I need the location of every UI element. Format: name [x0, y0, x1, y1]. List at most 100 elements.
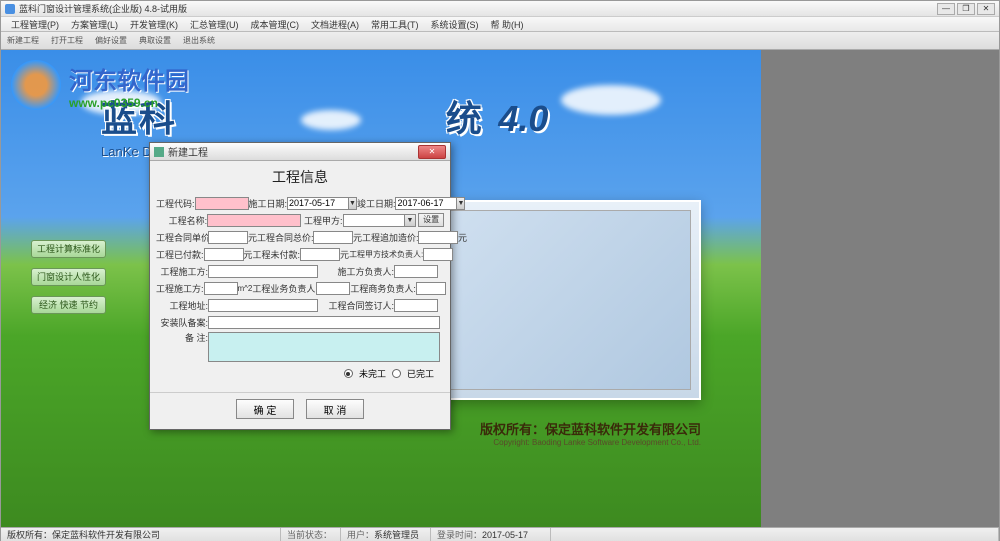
dropdown-end-date[interactable]: ▼	[457, 197, 465, 210]
menu-settings[interactable]: 系统设置(S)	[425, 18, 485, 31]
watermark-logo-icon	[11, 60, 61, 110]
dialog-icon	[154, 147, 164, 157]
unit-yuan-5: 元	[340, 248, 349, 261]
label-party-a: 工程甲方:	[301, 214, 342, 227]
label-install-note: 安装队备案:	[156, 316, 208, 329]
label-add-price: 工程追加造价:	[362, 231, 418, 244]
window-title-bar: 蓝科门窗设计管理系统(企业版) 4.8-试用版 — ❐ ✕	[1, 1, 999, 17]
toolbar-new[interactable]: 新建工程	[7, 35, 39, 46]
label-start-date: 施工日期:	[249, 197, 288, 210]
input-party-a[interactable]	[343, 214, 405, 227]
app-icon	[5, 4, 15, 14]
radio-finished[interactable]	[392, 369, 401, 378]
input-total-price[interactable]	[313, 231, 353, 244]
status-login-label: 登录时间：	[437, 528, 482, 541]
label-unpaid: 工程未付款:	[253, 248, 301, 261]
toolbar-get[interactable]: 典取设置	[139, 35, 171, 46]
copyright-cn: 版权所有：保定蓝科软件开发有限公司	[480, 419, 701, 438]
label-constructor: 工程施工方:	[156, 265, 208, 278]
dialog-title: 新建工程	[168, 144, 418, 159]
menu-cost[interactable]: 成本管理(C)	[245, 18, 306, 31]
status-bar: 版权所有：保定蓝科软件开发有限公司 当前状态： 用户： 系统管理员 登录时间： …	[1, 527, 999, 541]
watermark-site-name: 河东软件园	[69, 61, 189, 96]
input-constructor[interactable]	[208, 265, 318, 278]
label-name: 工程名称:	[156, 214, 207, 227]
menu-help[interactable]: 帮 助(H)	[485, 18, 530, 31]
toolbar-pref[interactable]: 偏好设置	[95, 35, 127, 46]
menu-bar: 工程管理(P) 方案管理(L) 开发管理(K) 汇总管理(U) 成本管理(C) …	[1, 17, 999, 32]
menu-project[interactable]: 工程管理(P)	[5, 18, 65, 31]
menu-summary[interactable]: 汇总管理(U)	[184, 18, 245, 31]
label-sqm-unit: m^2	[238, 284, 253, 293]
toolbar-open[interactable]: 打开工程	[51, 35, 83, 46]
label-trade-leader: 工程商务负责人:	[350, 282, 416, 295]
empty-gray-panel	[761, 50, 999, 527]
label-unit-price: 工程合同单价:	[156, 231, 208, 244]
status-state-label: 当前状态：	[287, 528, 332, 541]
input-contract-sign[interactable]	[394, 299, 438, 312]
input-install-note[interactable]	[208, 316, 440, 329]
menu-tools[interactable]: 常用工具(T)	[365, 18, 425, 31]
unit-yuan-1: 元	[248, 231, 257, 244]
input-sqm[interactable]	[204, 282, 238, 295]
unit-yuan-2: 元	[353, 231, 362, 244]
status-login-value: 2017-05-17	[482, 530, 528, 540]
dropdown-party-a[interactable]: ▼	[405, 214, 417, 227]
label-const-leader: 施工方负责人:	[318, 265, 394, 278]
radio-unfinished[interactable]	[344, 369, 353, 378]
status-user-value: 系统管理员	[374, 528, 419, 541]
label-remark: 备 注:	[156, 331, 208, 344]
input-add-price[interactable]	[418, 231, 458, 244]
copyright-en: Copyright: Baoding Lanke Software Develo…	[480, 438, 701, 447]
input-tech-leader[interactable]	[423, 248, 453, 261]
dialog-close-button[interactable]: ✕	[418, 145, 446, 159]
side-btn-eco[interactable]: 经济 快速 节约	[31, 296, 106, 314]
input-unpaid[interactable]	[300, 248, 340, 261]
label-total-price: 工程合同总价:	[257, 231, 313, 244]
dropdown-start-date[interactable]: ▼	[349, 197, 357, 210]
label-biz-leader: 工程业务负责人:	[252, 282, 316, 295]
input-address[interactable]	[208, 299, 318, 312]
label-end-date: 竣工日期:	[357, 197, 396, 210]
wallpaper: 河东软件园 www.pc0359.cn 蓝科 统 4.0 LanKe Doors	[1, 50, 761, 527]
ok-button[interactable]: 确 定	[236, 399, 294, 419]
watermark-url: www.pc0359.cn	[69, 96, 189, 110]
label-radio-unfinished: 未完工	[359, 367, 386, 380]
menu-develop[interactable]: 开发管理(K)	[124, 18, 184, 31]
input-start-date[interactable]	[287, 197, 349, 210]
unit-yuan-3: 元	[458, 231, 467, 244]
cancel-button[interactable]: 取 消	[306, 399, 364, 419]
config-button[interactable]: 设置	[418, 213, 444, 227]
label-contract-sign: 工程合同签订人:	[318, 299, 394, 312]
input-name[interactable]	[207, 214, 301, 227]
side-btn-design[interactable]: 门窗设计人性化	[31, 268, 106, 286]
new-project-dialog: 新建工程 ✕ 工程信息 工程代码: 施工日期: ▼ 竣工日期: ▼	[149, 142, 451, 430]
input-biz-leader[interactable]	[316, 282, 350, 295]
minimize-button[interactable]: —	[937, 3, 955, 15]
brand-version: 4.0	[498, 98, 548, 139]
input-remark[interactable]	[208, 332, 440, 362]
toolbar: 新建工程 打开工程 偏好设置 典取设置 退出系统	[1, 32, 999, 50]
menu-scheme[interactable]: 方案管理(L)	[65, 18, 124, 31]
label-radio-finished: 已完工	[407, 367, 434, 380]
input-trade-leader[interactable]	[416, 282, 446, 295]
input-end-date[interactable]	[395, 197, 457, 210]
label-sqm: 工程施工方:	[156, 282, 204, 295]
label-tech-leader: 工程甲方技术负责人:	[349, 249, 423, 260]
input-unit-price[interactable]	[208, 231, 248, 244]
maximize-button[interactable]: ❐	[957, 3, 975, 15]
unit-yuan-4: 元	[244, 248, 253, 261]
input-const-leader[interactable]	[394, 265, 438, 278]
watermark: 河东软件园 www.pc0359.cn	[11, 60, 189, 110]
menu-doc[interactable]: 文档进程(A)	[305, 18, 365, 31]
status-user-label: 用户：	[347, 528, 374, 541]
side-btn-calc[interactable]: 工程计算标准化	[31, 240, 106, 258]
status-copyright: 版权所有：保定蓝科软件开发有限公司	[1, 528, 281, 541]
label-code: 工程代码:	[156, 197, 195, 210]
input-paid[interactable]	[204, 248, 244, 261]
close-button[interactable]: ✕	[977, 3, 995, 15]
input-code[interactable]	[195, 197, 249, 210]
toolbar-exit[interactable]: 退出系统	[183, 35, 215, 46]
label-address: 工程地址:	[156, 299, 208, 312]
brand-title-right: 统	[446, 98, 484, 139]
